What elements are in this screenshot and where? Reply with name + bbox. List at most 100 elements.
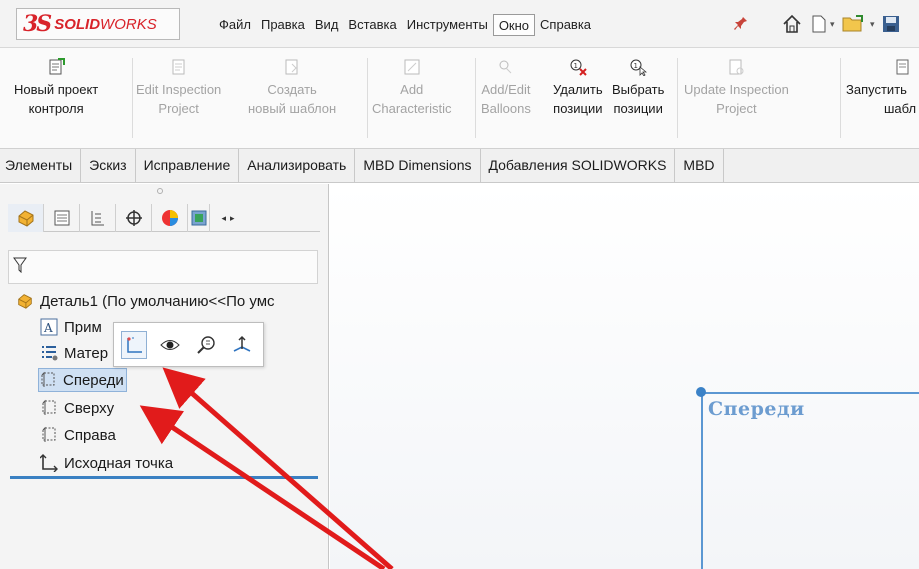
delete-balloons-button[interactable]: 1 Удалить позиции xyxy=(553,58,603,118)
ribbon-separator xyxy=(840,58,841,138)
select-balloons-icon: 1 xyxy=(630,59,648,76)
tab-repair[interactable]: Исправление xyxy=(136,149,240,182)
scroll-left-icon[interactable]: ◂ xyxy=(221,213,226,224)
display-manager-icon xyxy=(161,210,178,226)
tree-filter[interactable] xyxy=(8,250,318,284)
zoom-to-selection-button[interactable] xyxy=(193,331,219,359)
sketch-button[interactable] xyxy=(121,330,147,359)
configuration-manager-icon xyxy=(91,211,104,226)
delete-balloons-icon: 1 xyxy=(570,59,587,76)
launch-template-icon xyxy=(896,59,909,75)
open-folder-icon[interactable] xyxy=(842,12,866,36)
display-manager-tab[interactable] xyxy=(152,204,188,232)
plane-icon xyxy=(41,371,55,387)
context-toolbar xyxy=(113,322,264,367)
save-icon[interactable] xyxy=(882,12,900,36)
configuration-manager-tab[interactable] xyxy=(80,204,116,232)
command-tabs: Элементы Эскиз Исправление Анализировать… xyxy=(0,149,919,183)
normal-to-button[interactable] xyxy=(229,331,255,359)
launch-template-button[interactable]: Запустить шабл xyxy=(846,58,916,118)
zoom-to-selection-icon xyxy=(197,335,215,354)
plane-handle[interactable] xyxy=(696,387,706,397)
svg-text:A: A xyxy=(43,321,53,335)
tree-item-annotations[interactable]: A Прим xyxy=(40,315,102,339)
panel-grip-icon[interactable] xyxy=(157,188,163,194)
command-manager-ribbon: Новый проект контроля Edit Inspection Pr… xyxy=(0,48,919,149)
menu-file[interactable]: Файл xyxy=(214,14,256,36)
update-inspection-project-button[interactable]: Update Inspection Project xyxy=(684,58,789,118)
menu-window[interactable]: Окно xyxy=(492,14,536,36)
select-balloons-button[interactable]: 1 Выбрать позиции xyxy=(612,58,664,118)
logo-mark: 3S xyxy=(23,11,52,37)
edit-inspection-project-button[interactable]: Edit Inspection Project xyxy=(136,58,221,118)
edit-inspection-icon xyxy=(172,59,185,75)
part-icon xyxy=(18,294,32,309)
create-new-template-button[interactable]: Создать новый шаблон xyxy=(248,58,336,118)
add-edit-balloons-button[interactable]: Add/Edit Balloons xyxy=(481,58,531,118)
menu-edit[interactable]: Правка xyxy=(256,14,310,36)
manager-tabs-scroll[interactable]: ◂ ▸ xyxy=(210,204,246,232)
new-template-icon xyxy=(285,59,298,75)
tree-root-part[interactable]: Деталь1 (По умолчанию<<По умс xyxy=(16,289,275,313)
dimxpert-manager-tab[interactable] xyxy=(116,204,152,232)
ribbon-separator xyxy=(132,58,133,138)
new-document-icon[interactable] xyxy=(812,12,826,36)
add-characteristic-button[interactable]: Add Characteristic xyxy=(372,58,451,118)
add-characteristic-icon xyxy=(404,59,420,75)
menu-insert[interactable]: Вставка xyxy=(343,14,401,36)
tab-evaluate[interactable]: Анализировать xyxy=(239,149,356,182)
new-inspection-project-icon xyxy=(49,58,66,75)
front-plane-label: Спереди xyxy=(708,398,805,420)
solidworks-logo[interactable]: 3S SOLIDWORKS xyxy=(16,8,180,40)
tree-root-label: Деталь1 (По умолчанию<<По умс xyxy=(40,292,275,310)
tree-item-right-plane[interactable]: Справа xyxy=(40,423,116,447)
tree-rollback-bar[interactable] xyxy=(10,476,318,479)
feature-manager-tab[interactable] xyxy=(8,204,44,232)
tree-item-material[interactable]: Матер xyxy=(40,341,108,365)
tab-mbd[interactable]: MBD xyxy=(675,149,724,182)
pin-icon[interactable] xyxy=(734,12,748,36)
ribbon-separator xyxy=(367,58,368,138)
menu-bar: 3S SOLIDWORKS Файл Правка Вид Вставка Ин… xyxy=(0,0,919,48)
open-dropdown-icon[interactable]: ▾ xyxy=(870,12,875,36)
annotations-icon: A xyxy=(40,318,58,336)
new-inspection-project-button[interactable]: Новый проект контроля xyxy=(14,58,98,118)
brand-works: WORKS xyxy=(100,15,157,33)
tree-item-top-plane[interactable]: Сверху xyxy=(40,396,114,420)
extra-manager-tab[interactable] xyxy=(188,204,210,232)
tree-item-front-plane[interactable]: Спереди xyxy=(38,368,127,392)
extra-manager-icon xyxy=(191,210,206,226)
brand-solid: SOLID xyxy=(54,15,101,33)
new-dropdown-icon[interactable]: ▾ xyxy=(830,12,835,36)
dimxpert-icon xyxy=(125,210,142,226)
menu-view[interactable]: Вид xyxy=(310,14,344,36)
tab-mbd-dimensions[interactable]: MBD Dimensions xyxy=(355,149,481,182)
main-menu: Файл Правка Вид Вставка Инструменты Окно… xyxy=(214,14,596,36)
update-inspection-icon xyxy=(729,59,744,75)
show-hide-icon xyxy=(160,339,180,350)
svg-text:1: 1 xyxy=(634,62,638,70)
menu-tools[interactable]: Инструменты xyxy=(402,14,493,36)
plane-icon xyxy=(42,399,56,415)
sketch-icon xyxy=(127,336,142,353)
tree-item-origin[interactable]: Исходная точка xyxy=(40,451,173,475)
ribbon-separator xyxy=(677,58,678,138)
balloons-icon xyxy=(499,60,512,74)
tab-solidworks-addins[interactable]: Добавления SOLIDWORKS xyxy=(481,149,676,182)
scroll-right-icon[interactable]: ▸ xyxy=(230,213,235,224)
menu-help[interactable]: Справка xyxy=(535,14,596,36)
show-hide-button[interactable] xyxy=(157,331,183,359)
feature-manager-icon xyxy=(18,210,33,227)
tab-features[interactable]: Элементы xyxy=(0,149,82,182)
home-icon[interactable] xyxy=(782,12,802,36)
tab-sketch[interactable]: Эскиз xyxy=(81,149,136,182)
property-manager-tab[interactable] xyxy=(44,204,80,232)
plane-icon xyxy=(42,426,56,442)
manager-tabs: ◂ ▸ xyxy=(8,204,320,232)
normal-to-icon xyxy=(233,335,251,352)
filter-icon xyxy=(13,257,27,273)
origin-icon xyxy=(40,454,58,472)
material-icon xyxy=(42,346,58,361)
property-manager-icon xyxy=(54,210,69,226)
svg-text:1: 1 xyxy=(573,62,577,70)
